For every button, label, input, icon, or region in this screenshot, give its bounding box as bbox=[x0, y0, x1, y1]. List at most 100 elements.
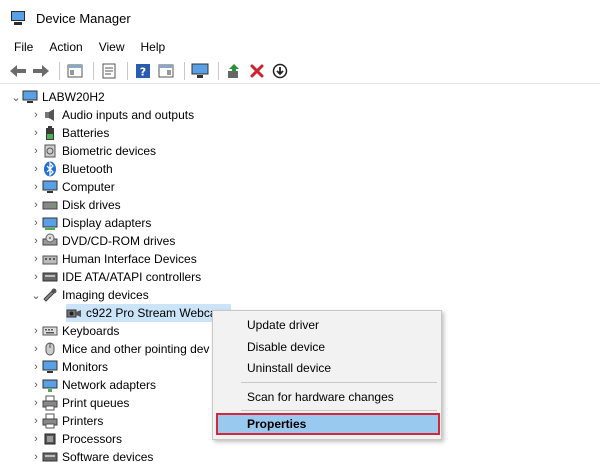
tree-item-hid[interactable]: › Human Interface Devices bbox=[30, 250, 197, 268]
toolbar-separator bbox=[218, 61, 219, 80]
properties-sheet-icon[interactable] bbox=[99, 61, 119, 81]
tree-item-audio[interactable]: › Audio inputs and outputs bbox=[30, 106, 194, 124]
printer-icon bbox=[42, 413, 58, 429]
tree-item-label: Biometric devices bbox=[62, 144, 157, 158]
tree-item-label: Software devices bbox=[62, 450, 154, 462]
tree-item-label: Display adapters bbox=[62, 216, 152, 230]
menu-item-properties[interactable]: Properties bbox=[216, 413, 440, 435]
menu-view[interactable]: View bbox=[91, 40, 133, 54]
tree-item-label: Print queues bbox=[62, 396, 130, 410]
tree-item-imaging[interactable]: ⌄ Imaging devices bbox=[30, 286, 149, 304]
menu-item-scan-hardware[interactable]: Scan for hardware changes bbox=[247, 387, 394, 407]
disable-device-icon[interactable] bbox=[270, 61, 290, 81]
disk-drive-icon bbox=[42, 197, 58, 213]
tree-root[interactable]: ⌄ LABW20H2 bbox=[10, 88, 105, 106]
biometric-icon bbox=[42, 143, 58, 159]
update-driver-icon[interactable] bbox=[224, 61, 244, 81]
tree-item-label: DVD/CD-ROM drives bbox=[62, 234, 176, 248]
title-bar: Device Manager bbox=[0, 0, 600, 36]
chevron-right-icon[interactable]: › bbox=[30, 340, 42, 358]
menu-item-disable-device[interactable]: Disable device bbox=[247, 337, 325, 357]
tree-item-label: Human Interface Devices bbox=[62, 252, 197, 266]
tree-item-monitors[interactable]: › Monitors bbox=[30, 358, 108, 376]
menu-file[interactable]: File bbox=[6, 40, 41, 54]
chevron-right-icon[interactable]: › bbox=[30, 106, 42, 124]
menu-help[interactable]: Help bbox=[133, 40, 174, 54]
tree-item-printers[interactable]: › Printers bbox=[30, 412, 103, 430]
chevron-right-icon[interactable]: › bbox=[30, 160, 42, 178]
chevron-right-icon[interactable]: › bbox=[30, 358, 42, 376]
menu-item-uninstall-device[interactable]: Uninstall device bbox=[247, 358, 331, 378]
tree-item-software-devices[interactable]: › Software devices bbox=[30, 448, 153, 462]
toolbar: ? bbox=[0, 58, 600, 84]
tree-item-display-adapters[interactable]: › Display adapters bbox=[30, 214, 151, 232]
chevron-right-icon[interactable]: › bbox=[30, 232, 42, 250]
keyboard-icon bbox=[42, 323, 58, 339]
chevron-right-icon[interactable]: › bbox=[30, 124, 42, 142]
tree-item-bluetooth[interactable]: › Bluetooth bbox=[30, 160, 113, 178]
tree-item-print-queues[interactable]: › Print queues bbox=[30, 394, 129, 412]
help-icon[interactable]: ? bbox=[133, 61, 153, 81]
uninstall-x-icon[interactable] bbox=[247, 61, 267, 81]
tree-item-label: Processors bbox=[62, 432, 123, 446]
bluetooth-icon bbox=[42, 161, 58, 177]
chevron-right-icon[interactable]: › bbox=[30, 268, 42, 286]
tree-root-label: LABW20H2 bbox=[42, 90, 105, 104]
menu-item-update-driver[interactable]: Update driver bbox=[247, 315, 319, 335]
tree-item-network[interactable]: › Network adapters bbox=[30, 376, 156, 394]
chevron-right-icon[interactable]: › bbox=[30, 322, 42, 340]
tree-item-label: Printers bbox=[62, 414, 104, 428]
tree-item-mice[interactable]: › Mice and other pointing dev bbox=[30, 340, 209, 358]
show-hide-tree-icon[interactable] bbox=[65, 61, 85, 81]
software-device-icon bbox=[42, 449, 58, 462]
tree-item-label: Imaging devices bbox=[62, 288, 149, 302]
tree-item-batteries[interactable]: › Batteries bbox=[30, 124, 109, 142]
tree-item-label: Network adapters bbox=[62, 378, 157, 392]
back-arrow-icon[interactable] bbox=[8, 61, 28, 81]
scan-hardware-icon[interactable] bbox=[190, 61, 210, 81]
chevron-right-icon[interactable]: › bbox=[30, 376, 42, 394]
chevron-right-icon[interactable]: › bbox=[30, 196, 42, 214]
tree-item-label: Disk drives bbox=[62, 198, 121, 212]
tree-item-computer[interactable]: › Computer bbox=[30, 178, 115, 196]
chevron-right-icon[interactable]: › bbox=[30, 250, 42, 268]
ide-controller-icon bbox=[42, 269, 58, 285]
processor-icon bbox=[42, 431, 58, 447]
menu-separator bbox=[241, 410, 437, 411]
tree-item-label: Audio inputs and outputs bbox=[62, 108, 195, 122]
tree-item-label: Mice and other pointing dev bbox=[62, 342, 210, 356]
window-title: Device Manager bbox=[36, 10, 131, 26]
action-pane-icon[interactable] bbox=[156, 61, 176, 81]
chevron-right-icon[interactable]: › bbox=[30, 430, 42, 448]
tree-item-label: Batteries bbox=[62, 126, 110, 140]
dvd-drive-icon bbox=[42, 233, 58, 249]
menu-action[interactable]: Action bbox=[41, 40, 90, 54]
toolbar-separator bbox=[93, 61, 94, 80]
forward-arrow-icon[interactable] bbox=[31, 61, 51, 81]
tree-item-biometric[interactable]: › Biometric devices bbox=[30, 142, 156, 160]
tree-item-disk-drives[interactable]: › Disk drives bbox=[30, 196, 121, 214]
chevron-right-icon[interactable]: › bbox=[30, 394, 42, 412]
tree-item-dvd[interactable]: › DVD/CD-ROM drives bbox=[30, 232, 175, 250]
context-menu: Update driver Disable device Uninstall d… bbox=[212, 310, 442, 440]
chevron-right-icon[interactable]: › bbox=[30, 178, 42, 196]
speaker-icon bbox=[42, 107, 58, 123]
tree-item-ide[interactable]: › IDE ATA/ATAPI controllers bbox=[30, 268, 201, 286]
chevron-down-icon[interactable]: ⌄ bbox=[30, 286, 42, 304]
svg-text:?: ? bbox=[140, 65, 146, 78]
tree-item-webcam[interactable]: c922 Pro Stream Webcam bbox=[66, 304, 231, 322]
battery-icon bbox=[42, 125, 58, 141]
hid-icon bbox=[42, 251, 58, 267]
toolbar-separator bbox=[59, 61, 60, 80]
tree-item-processors[interactable]: › Processors bbox=[30, 430, 122, 448]
tree-item-label: Keyboards bbox=[62, 324, 120, 338]
chevron-down-icon[interactable]: ⌄ bbox=[10, 88, 22, 106]
chevron-right-icon[interactable]: › bbox=[30, 412, 42, 430]
chevron-right-icon[interactable]: › bbox=[30, 214, 42, 232]
tree-item-keyboards[interactable]: › Keyboards bbox=[30, 322, 119, 340]
menu-bar: File Action View Help bbox=[0, 36, 600, 58]
chevron-right-icon[interactable]: › bbox=[30, 142, 42, 160]
chevron-right-icon[interactable]: › bbox=[30, 448, 42, 462]
webcam-icon bbox=[66, 305, 82, 321]
tree-item-label: Computer bbox=[62, 180, 115, 194]
